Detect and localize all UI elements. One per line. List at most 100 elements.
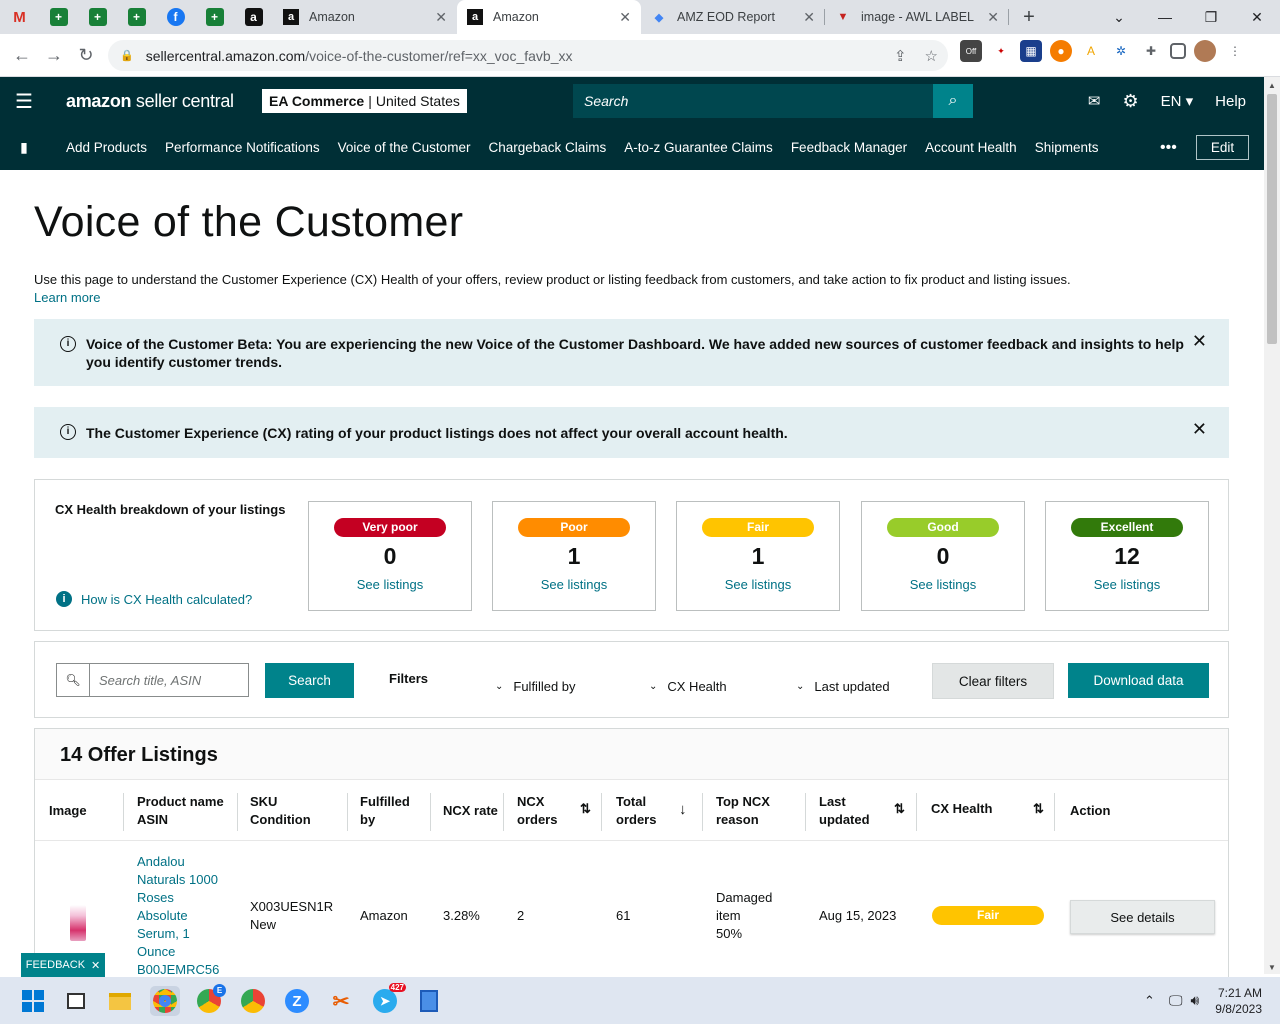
close-icon[interactable]: ✕: [91, 959, 100, 972]
sort-icon[interactable]: ⇅: [580, 801, 591, 817]
telegram-icon[interactable]: ➤ 427: [370, 983, 406, 1016]
pinned-tab-sheets-3[interactable]: +: [117, 0, 156, 34]
chrome-alt-icon[interactable]: [238, 986, 268, 1016]
nav-item-account-health[interactable]: Account Health: [925, 140, 1017, 155]
col-product-name[interactable]: Product name ASIN: [137, 793, 224, 829]
share-icon[interactable]: ⇪: [894, 47, 907, 65]
browser-tab-3[interactable]: ◆ AMZ EOD Report ✕: [641, 0, 825, 34]
network-icon[interactable]: 🖵︎: [1169, 992, 1183, 1009]
account-switcher[interactable]: EA Commerce | United States: [262, 89, 467, 113]
close-tab-icon[interactable]: ✕: [803, 9, 815, 26]
header-search-input[interactable]: Search: [573, 84, 933, 118]
pinned-tab-facebook[interactable]: f: [156, 0, 195, 34]
zoom-icon[interactable]: Z: [282, 986, 312, 1016]
sort-icon[interactable]: ⇅: [1033, 801, 1044, 817]
search-icon[interactable]: ⌕: [933, 84, 973, 118]
language-selector[interactable]: EN ▾: [1161, 92, 1194, 110]
product-thumbnail[interactable]: [70, 905, 86, 941]
chevron-up-icon[interactable]: ⌃: [1144, 993, 1155, 1009]
close-icon[interactable]: ✕: [1192, 332, 1207, 350]
scroll-up-icon[interactable]: ▲: [1264, 81, 1280, 90]
scrollbar-thumb[interactable]: [1267, 94, 1277, 344]
how-cx-health-link[interactable]: i How is CX Health calculated?: [56, 591, 252, 607]
col-cx-health[interactable]: CX Health: [931, 800, 992, 818]
sort-icon[interactable]: ⇅: [894, 801, 905, 817]
close-tab-icon[interactable]: ✕: [987, 9, 999, 26]
amazon-seller-central-logo[interactable]: amazon seller central: [66, 91, 234, 112]
see-listings-link[interactable]: See listings: [862, 577, 1024, 592]
col-last-updated[interactable]: Last updated: [819, 793, 870, 829]
browser-tab-4[interactable]: ▼ image - AWL LABEL ✕: [825, 0, 1009, 34]
see-listings-link[interactable]: See listings: [309, 577, 471, 592]
pinned-tab-sheets-4[interactable]: +: [195, 0, 234, 34]
sort-descending-icon[interactable]: ↓: [679, 801, 687, 818]
see-listings-link[interactable]: See listings: [493, 577, 655, 592]
feedback-tab[interactable]: FEEDBACK ✕: [21, 953, 105, 977]
cx-health-dropdown[interactable]: ⌄ CX Health: [649, 679, 727, 694]
file-explorer-icon[interactable]: [105, 986, 135, 1016]
snipping-tool-icon[interactable]: ✂: [326, 986, 356, 1016]
volume-icon[interactable]: 🔊︎: [1190, 992, 1199, 1009]
pinned-tab-amazon[interactable]: a: [234, 0, 273, 34]
scroll-down-icon[interactable]: ▼: [1264, 963, 1280, 972]
pinned-tab-gmail[interactable]: M: [0, 0, 39, 34]
extension-off-icon[interactable]: Off: [960, 40, 982, 62]
reload-icon[interactable]: ↻: [70, 45, 102, 66]
fulfilled-by-dropdown[interactable]: ⌄ Fulfilled by: [495, 679, 576, 694]
see-details-button[interactable]: See details: [1070, 900, 1215, 934]
close-tab-icon[interactable]: ✕: [435, 9, 447, 26]
nav-item-performance-notifications[interactable]: Performance Notifications: [165, 140, 320, 155]
mail-icon[interactable]: ✉: [1088, 92, 1101, 110]
extension-icon-6[interactable]: ✲: [1110, 40, 1132, 62]
page-scrollbar[interactable]: ▲ ▼: [1264, 77, 1280, 974]
browser-tab-1[interactable]: a Amazon ✕: [273, 0, 457, 34]
nav-item-voice-of-the-customer[interactable]: Voice of the Customer: [338, 140, 471, 155]
col-top-ncx-reason[interactable]: Top NCX reason: [716, 793, 770, 829]
extension-icon-4[interactable]: ●: [1050, 40, 1072, 62]
clock[interactable]: 7:21 AM 9/8/2023: [1215, 985, 1262, 1017]
profile-avatar[interactable]: [1194, 40, 1216, 62]
col-ncx-orders[interactable]: NCX orders: [517, 793, 557, 829]
extension-icon-2[interactable]: ✦: [990, 40, 1012, 62]
col-ncx-rate[interactable]: NCX rate: [443, 802, 498, 820]
col-sku[interactable]: SKU Condition: [250, 793, 311, 829]
col-total-orders[interactable]: Total orders: [616, 793, 656, 829]
clear-filters-button[interactable]: Clear filters: [932, 663, 1054, 699]
nav-item-chargeback-claims[interactable]: Chargeback Claims: [488, 140, 606, 155]
close-window-button[interactable]: ✕: [1234, 0, 1280, 34]
extensions-puzzle-icon[interactable]: ✚: [1140, 40, 1162, 62]
edit-nav-button[interactable]: Edit: [1196, 135, 1249, 160]
task-view-icon[interactable]: [61, 986, 91, 1016]
maximize-button[interactable]: ❐: [1188, 0, 1234, 34]
close-tab-icon[interactable]: ✕: [619, 9, 631, 26]
new-tab-button[interactable]: +: [1009, 6, 1049, 29]
product-name-link[interactable]: Andalou Naturals 1000 Roses Absolute Ser…: [137, 853, 219, 979]
nav-item-add-products[interactable]: Add Products: [66, 140, 147, 155]
chrome-menu-icon[interactable]: ⋮: [1224, 40, 1246, 62]
chrome-profile-icon[interactable]: E: [194, 984, 226, 1016]
url-bar[interactable]: 🔒 sellercentral.amazon.com/voice-of-the-…: [108, 40, 948, 71]
bookmark-star-icon[interactable]: ☆: [925, 47, 938, 65]
bookmark-icon[interactable]: ▮: [0, 139, 48, 156]
browser-tab-2-active[interactable]: a Amazon ✕: [457, 0, 641, 34]
lock-icon[interactable]: 🔒: [120, 49, 134, 62]
download-data-button[interactable]: Download data: [1068, 663, 1209, 698]
listing-search-input[interactable]: Search title, ASIN: [90, 664, 201, 696]
pinned-tab-sheets-1[interactable]: +: [39, 0, 78, 34]
gear-icon[interactable]: ⚙: [1122, 91, 1138, 112]
search-button[interactable]: Search: [265, 663, 354, 698]
windows-start-icon[interactable]: [18, 986, 48, 1016]
learn-more-link[interactable]: Learn more: [34, 290, 100, 305]
side-panel-icon[interactable]: [1170, 43, 1186, 59]
minimize-button[interactable]: —: [1142, 0, 1188, 34]
nav-item-feedback-manager[interactable]: Feedback Manager: [791, 140, 907, 155]
help-link[interactable]: Help: [1215, 93, 1246, 110]
menu-icon[interactable]: ☰: [0, 89, 48, 114]
see-listings-link[interactable]: See listings: [677, 577, 839, 592]
pinned-tab-sheets-2[interactable]: +: [78, 0, 117, 34]
nav-item-shipments[interactable]: Shipments: [1035, 140, 1099, 155]
forward-icon[interactable]: →: [38, 45, 70, 66]
more-icon[interactable]: •••: [1160, 139, 1177, 157]
col-fulfilled-by[interactable]: Fulfilled by: [360, 793, 410, 829]
back-icon[interactable]: ←: [6, 45, 38, 66]
